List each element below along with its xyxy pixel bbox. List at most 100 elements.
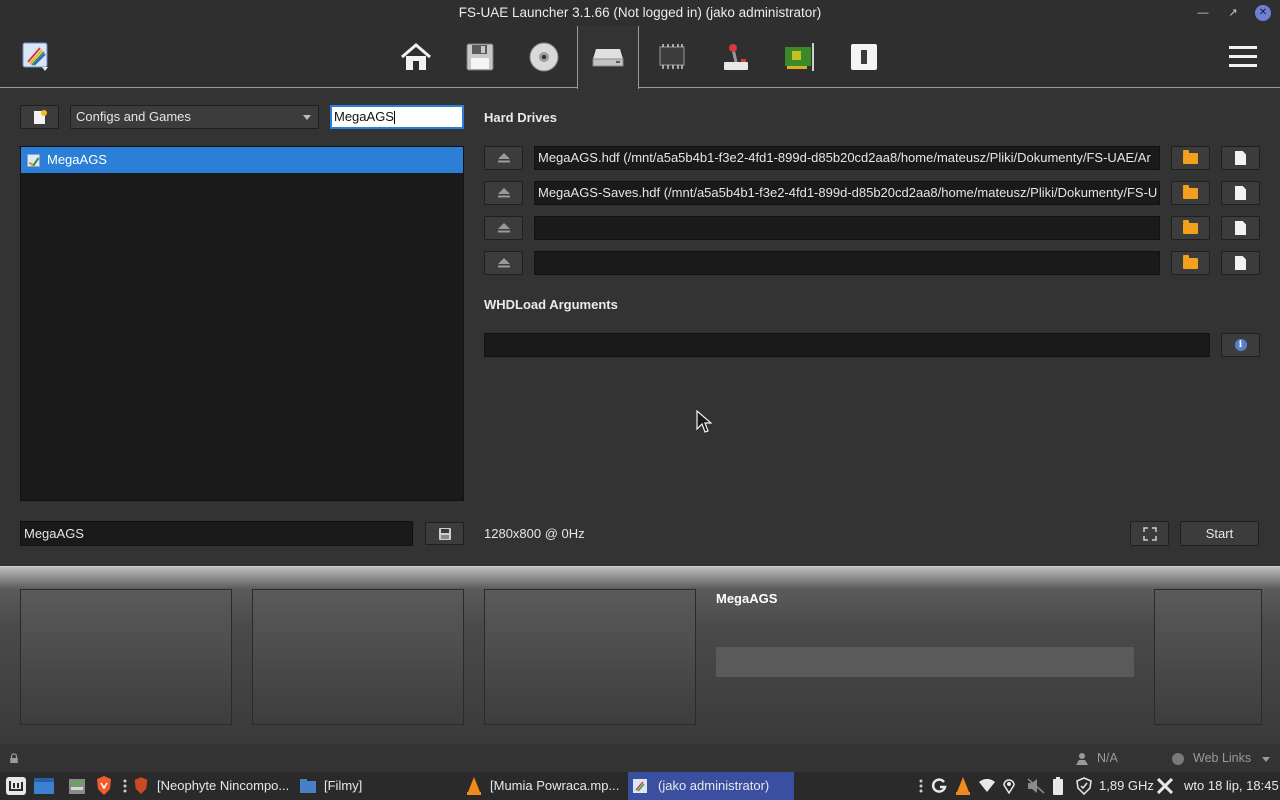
hard-drive-field-2[interactable]: MegaAGS-Saves.hdf (/mnt/a5a5b4b1-f3e2-4f… [534,181,1160,205]
user-icon [1076,753,1088,765]
browse-file-button[interactable] [1221,251,1260,275]
browse-file-button[interactable] [1221,216,1260,240]
whdload-title: WHDLoad Arguments [484,297,618,312]
chevron-down-icon [303,115,311,120]
game-details-bar [716,647,1134,677]
globe-icon [1172,753,1184,765]
x-tray-icon[interactable] [1157,772,1175,800]
brave-browser-icon[interactable] [95,772,115,800]
clock[interactable]: wto 18 lip, 18:45 [1184,772,1279,800]
hard-drive-icon[interactable] [591,40,625,74]
shield-icon[interactable] [1075,772,1095,800]
taskbar-item-label: [Filmy] [324,778,363,793]
taskbar-item-fs-uae[interactable]: (jako administrator) [628,772,794,800]
list-item[interactable]: MegaAGS [21,147,463,173]
eject-button[interactable] [484,181,523,205]
cover-thumbnail[interactable] [1154,589,1262,725]
game-info-panel: MegaAGS [0,566,1280,744]
folder-icon [1183,254,1198,269]
expansion-card-icon[interactable] [783,40,817,74]
memory-icon[interactable] [655,40,689,74]
screenshot-thumbnail[interactable] [252,589,464,725]
vlc-icon[interactable] [955,772,973,800]
taskbar-item-label: [Neophyte Nincompo... [157,778,290,793]
game-title: MegaAGS [716,591,778,606]
close-icon[interactable]: ✕ [1255,5,1271,21]
browse-folder-button[interactable] [1171,146,1210,170]
g-tray-icon[interactable] [931,772,949,800]
hard-drive-field-3[interactable] [534,216,1160,240]
window-title: FS-UAE Launcher 3.1.66 (Not logged in) (… [458,5,822,20]
location-icon[interactable] [1003,772,1021,800]
show-desktop-icon[interactable] [33,772,55,800]
config-source-value: Configs and Games [76,109,191,124]
folder-icon [1183,149,1198,164]
hard-drive-path: MegaAGS.hdf (/mnt/a5a5b4b1-f3e2-4fd1-899… [538,150,1151,165]
document-icon [1235,256,1246,270]
browse-folder-button[interactable] [1171,181,1210,205]
battery-icon[interactable] [1053,772,1069,800]
browse-file-button[interactable] [1221,146,1260,170]
whdload-info-button[interactable]: i [1221,333,1260,357]
list-item-label: MegaAGS [47,152,107,167]
config-list[interactable]: MegaAGS [20,146,464,501]
file-manager-icon[interactable] [67,772,89,800]
document-icon [1235,186,1246,200]
screenshot-thumbnail[interactable] [20,589,232,725]
taskbar-item-files[interactable]: [Filmy] [300,772,460,800]
eject-button[interactable] [484,216,523,240]
eject-button[interactable] [484,146,523,170]
hard-drives-title: Hard Drives [484,110,557,125]
whdload-arguments-field[interactable] [484,333,1210,357]
volume-muted-icon[interactable] [1027,772,1047,800]
taskbar-item-label: [Mumia Powraca.mp... [490,778,620,793]
start-button[interactable]: Start [1180,521,1259,546]
hard-drive-path: MegaAGS-Saves.hdf (/mnt/a5a5b4b1-f3e2-4f… [538,185,1158,200]
folder-icon [1183,219,1198,234]
text-cursor [393,111,395,125]
info-icon: i [1234,339,1247,351]
save-config-button[interactable] [425,522,464,545]
search-input[interactable]: MegaAGS [330,105,464,129]
config-name-field[interactable]: MegaAGS [20,521,413,546]
eject-icon [497,223,510,233]
document-icon [1235,151,1246,165]
taskbar-item-label: (jako administrator) [658,778,770,793]
browse-folder-button[interactable] [1171,251,1210,275]
wifi-icon[interactable] [979,772,997,800]
browse-folder-button[interactable] [1171,216,1210,240]
hard-drive-field-1[interactable]: MegaAGS.hdf (/mnt/a5a5b4b1-f3e2-4fd1-899… [534,146,1160,170]
tray-handle-icon [919,772,925,800]
joystick-icon[interactable] [719,40,753,74]
web-links-menu[interactable]: Web Links [1193,751,1251,765]
cpu-frequency[interactable]: 1,89 GHz [1099,772,1154,800]
minimize-icon[interactable]: — [1195,5,1211,21]
hard-drive-field-4[interactable] [534,251,1160,275]
cd-icon[interactable] [527,40,561,74]
user-status[interactable]: N/A [1097,751,1118,765]
lock-icon[interactable] [8,753,20,763]
config-source-select[interactable]: Configs and Games [70,105,319,129]
home-icon[interactable] [399,40,433,74]
eject-icon [497,188,510,198]
start-menu-icon[interactable] [5,772,27,800]
config-icon [27,153,40,167]
fullscreen-button[interactable] [1130,521,1169,546]
title-bar: FS-UAE Launcher 3.1.66 (Not logged in) (… [0,0,1280,26]
fullscreen-icon [1142,526,1157,541]
browse-file-button[interactable] [1221,181,1260,205]
new-config-button[interactable] [20,105,59,129]
rom-icon[interactable] [847,40,881,74]
maximize-icon[interactable]: ↗ [1225,5,1241,21]
taskbar-item-browser[interactable]: [Neophyte Nincompo... [133,772,295,800]
app-logo-icon[interactable] [20,40,54,74]
eject-icon [497,153,510,163]
resolution-label: 1280x800 @ 0Hz [484,526,585,541]
taskbar-item-vlc[interactable]: [Mumia Powraca.mp... [466,772,626,800]
eject-button[interactable] [484,251,523,275]
floppy-icon[interactable] [463,40,497,74]
screenshot-thumbnail[interactable] [484,589,696,725]
config-name-value: MegaAGS [24,526,84,541]
main-toolbar [0,26,1280,89]
menu-icon[interactable] [1226,40,1260,74]
